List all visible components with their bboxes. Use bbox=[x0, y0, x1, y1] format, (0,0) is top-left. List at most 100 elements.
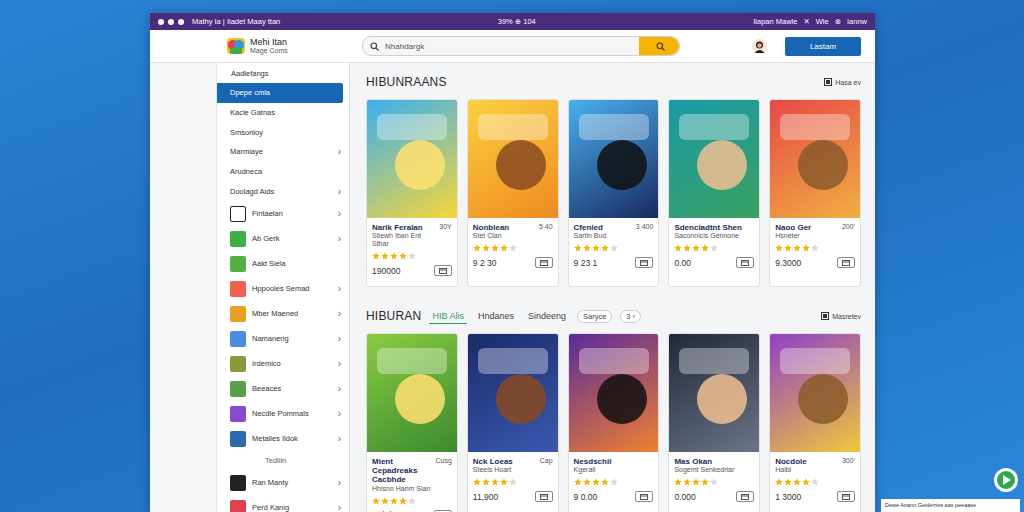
arrow-circle-icon[interactable] bbox=[993, 467, 1019, 493]
sidebar-item[interactable]: Fintaelan› bbox=[217, 201, 349, 226]
card-action-button[interactable] bbox=[635, 491, 653, 502]
app-card[interactable]: Narik FeralanStiewh Iban Ent Sthar30Y190… bbox=[366, 99, 458, 287]
art-shape bbox=[377, 348, 447, 374]
filter-tab[interactable]: Hndanes bbox=[475, 309, 517, 323]
star-icon bbox=[592, 244, 600, 252]
sidebar-item[interactable]: Marmiaye› bbox=[217, 142, 349, 162]
title-controls: Ilapan Mawle ✕ Wle ⊗ Iannw bbox=[753, 17, 867, 26]
card-action-button[interactable] bbox=[535, 257, 553, 268]
card-body: NonbleanStet Clan5 409 2 30 bbox=[468, 218, 558, 286]
sidebar-item[interactable]: Doolagd Aids› bbox=[217, 181, 349, 201]
app-card[interactable]: NocdoleHalbi300'1 3000 bbox=[769, 333, 861, 512]
title-control[interactable]: Ilapan Mawle bbox=[753, 17, 797, 26]
sidebar-item[interactable]: Perd Kanig› bbox=[217, 495, 349, 512]
window-dots bbox=[158, 19, 184, 25]
sidebar-label: Kacle Gatnas bbox=[230, 108, 341, 117]
card-title-row: Narik FeralanStiewh Iban Ent Sthar30Y bbox=[372, 223, 452, 248]
sidebar-label: Namanerig bbox=[252, 334, 332, 343]
star-rating bbox=[674, 244, 754, 252]
notification-toast[interactable]: Dewe Ariann Geiderries aas peeaase bbox=[881, 499, 1020, 512]
window-dot[interactable] bbox=[168, 19, 174, 25]
logo[interactable]: Mehi ItanMage Coms bbox=[226, 36, 352, 56]
sidebar-item[interactable]: Necdle Pommals› bbox=[217, 401, 349, 426]
app-card[interactable]: NonbleanStet Clan5 409 2 30 bbox=[467, 99, 559, 287]
star-rating bbox=[574, 478, 654, 486]
title-control[interactable]: ⊗ bbox=[835, 17, 841, 26]
window-icon bbox=[540, 494, 548, 500]
app-publisher: Saconnicis Gennone bbox=[674, 232, 754, 240]
category-icon bbox=[230, 231, 246, 247]
card-action-button[interactable] bbox=[434, 265, 452, 276]
app-card[interactable]: Mas OkanSogemt Senkedriar0.000 bbox=[668, 333, 760, 512]
filter-tab[interactable]: Saryce bbox=[577, 310, 612, 323]
app-price: Cusg bbox=[435, 457, 451, 464]
card-action-button[interactable] bbox=[837, 491, 855, 502]
star-icon bbox=[811, 244, 819, 252]
app-card[interactable]: Sdencladtnt ShenSaconnicis Gennone0.00 bbox=[668, 99, 760, 287]
art-shape bbox=[579, 114, 649, 140]
sidebar-item[interactable]: Irdemico› bbox=[217, 351, 349, 376]
sidebar-item[interactable]: Hppooles Semad› bbox=[217, 276, 349, 301]
app-card[interactable]: Nck LoeasSteeis HoartCap 11,900 bbox=[467, 333, 559, 512]
sidebar-item[interactable]: Namanerig› bbox=[217, 326, 349, 351]
app-card[interactable]: Naoo GerHsneter200'9.3000 bbox=[769, 99, 861, 287]
star-rating bbox=[372, 252, 452, 260]
title-control[interactable]: ✕ bbox=[803, 17, 809, 26]
app-card[interactable]: NesdschilKgerall9 0.00 bbox=[568, 333, 660, 512]
window-dot[interactable] bbox=[178, 19, 184, 25]
star-icon bbox=[574, 478, 582, 486]
card-action-button[interactable] bbox=[535, 491, 553, 502]
title-control[interactable]: Wle bbox=[816, 17, 829, 26]
window-icon bbox=[842, 260, 850, 266]
see-more-link[interactable]: Hasa ev bbox=[824, 78, 861, 86]
card-title-row: Nck LoeasSteeis HoartCap bbox=[473, 457, 553, 474]
star-rating bbox=[775, 244, 855, 252]
title-center: 39% ⊕ 104 bbox=[498, 17, 536, 26]
card-action-button[interactable] bbox=[837, 257, 855, 268]
sidebar-item[interactable]: Mber Maened› bbox=[217, 301, 349, 326]
avatar-icon[interactable] bbox=[752, 39, 767, 54]
app-count: 11,900 bbox=[473, 492, 535, 502]
sidebar-item[interactable]: Beeaces› bbox=[217, 376, 349, 401]
art-shape bbox=[697, 140, 747, 190]
search-button[interactable] bbox=[639, 37, 679, 55]
sidebar-item[interactable]: Tedliin bbox=[217, 451, 349, 470]
sidebar-item[interactable]: Ab Gerk› bbox=[217, 226, 349, 251]
card-action-button[interactable] bbox=[736, 257, 754, 268]
sidebar-item[interactable]: Dpepe cmla bbox=[217, 83, 343, 103]
chevron-icon: › bbox=[338, 383, 341, 394]
app-card[interactable]: CfenledSartin Bud3 4009 23 1 bbox=[568, 99, 660, 287]
sidebar-item[interactable]: Metalies Ildok› bbox=[217, 426, 349, 451]
sidebar-item[interactable]: Arudneca bbox=[217, 162, 349, 182]
title-control[interactable]: Iannw bbox=[847, 17, 867, 26]
card-action-button[interactable] bbox=[635, 257, 653, 268]
app-name: Sdencladtnt Shen bbox=[674, 223, 754, 232]
star-icon bbox=[793, 244, 801, 252]
filter-tab[interactable]: HIB Alis bbox=[429, 309, 467, 324]
star-icon bbox=[473, 478, 481, 486]
card-action-button[interactable] bbox=[434, 510, 452, 512]
card-action-button[interactable] bbox=[736, 491, 754, 502]
sidebar-item[interactable]: Smsonloy bbox=[217, 122, 349, 142]
see-more-link[interactable]: Masretev bbox=[821, 312, 861, 320]
star-icon bbox=[399, 497, 407, 505]
search-box[interactable] bbox=[362, 36, 680, 56]
sidebar-item[interactable]: Aakt Siela bbox=[217, 251, 349, 276]
app-card[interactable]: Mient Cepadreaks CacbhdeHhisnn Hanm Sian… bbox=[366, 333, 458, 512]
sidebar-item[interactable]: Ran Manty› bbox=[217, 470, 349, 495]
header-button[interactable]: Lastam bbox=[785, 37, 861, 56]
left-gutter bbox=[150, 63, 216, 512]
app-publisher: Steeis Hoart bbox=[473, 466, 537, 474]
card-info: Narik FeralanStiewh Iban Ent Sthar bbox=[372, 223, 436, 248]
window-icon bbox=[439, 268, 447, 274]
sidebar-label: Doolagd Aids bbox=[230, 187, 332, 196]
star-icon bbox=[500, 478, 508, 486]
window-dot[interactable] bbox=[158, 19, 164, 25]
filter-tab[interactable]: Sindeeng bbox=[525, 309, 569, 323]
star-icon bbox=[601, 478, 609, 486]
search-input[interactable] bbox=[383, 41, 639, 52]
art-shape bbox=[395, 374, 445, 424]
sidebar-item[interactable]: Kacle Gatnas bbox=[217, 103, 349, 123]
star-icon bbox=[683, 478, 691, 486]
filter-tab[interactable]: 3 › bbox=[620, 310, 641, 323]
